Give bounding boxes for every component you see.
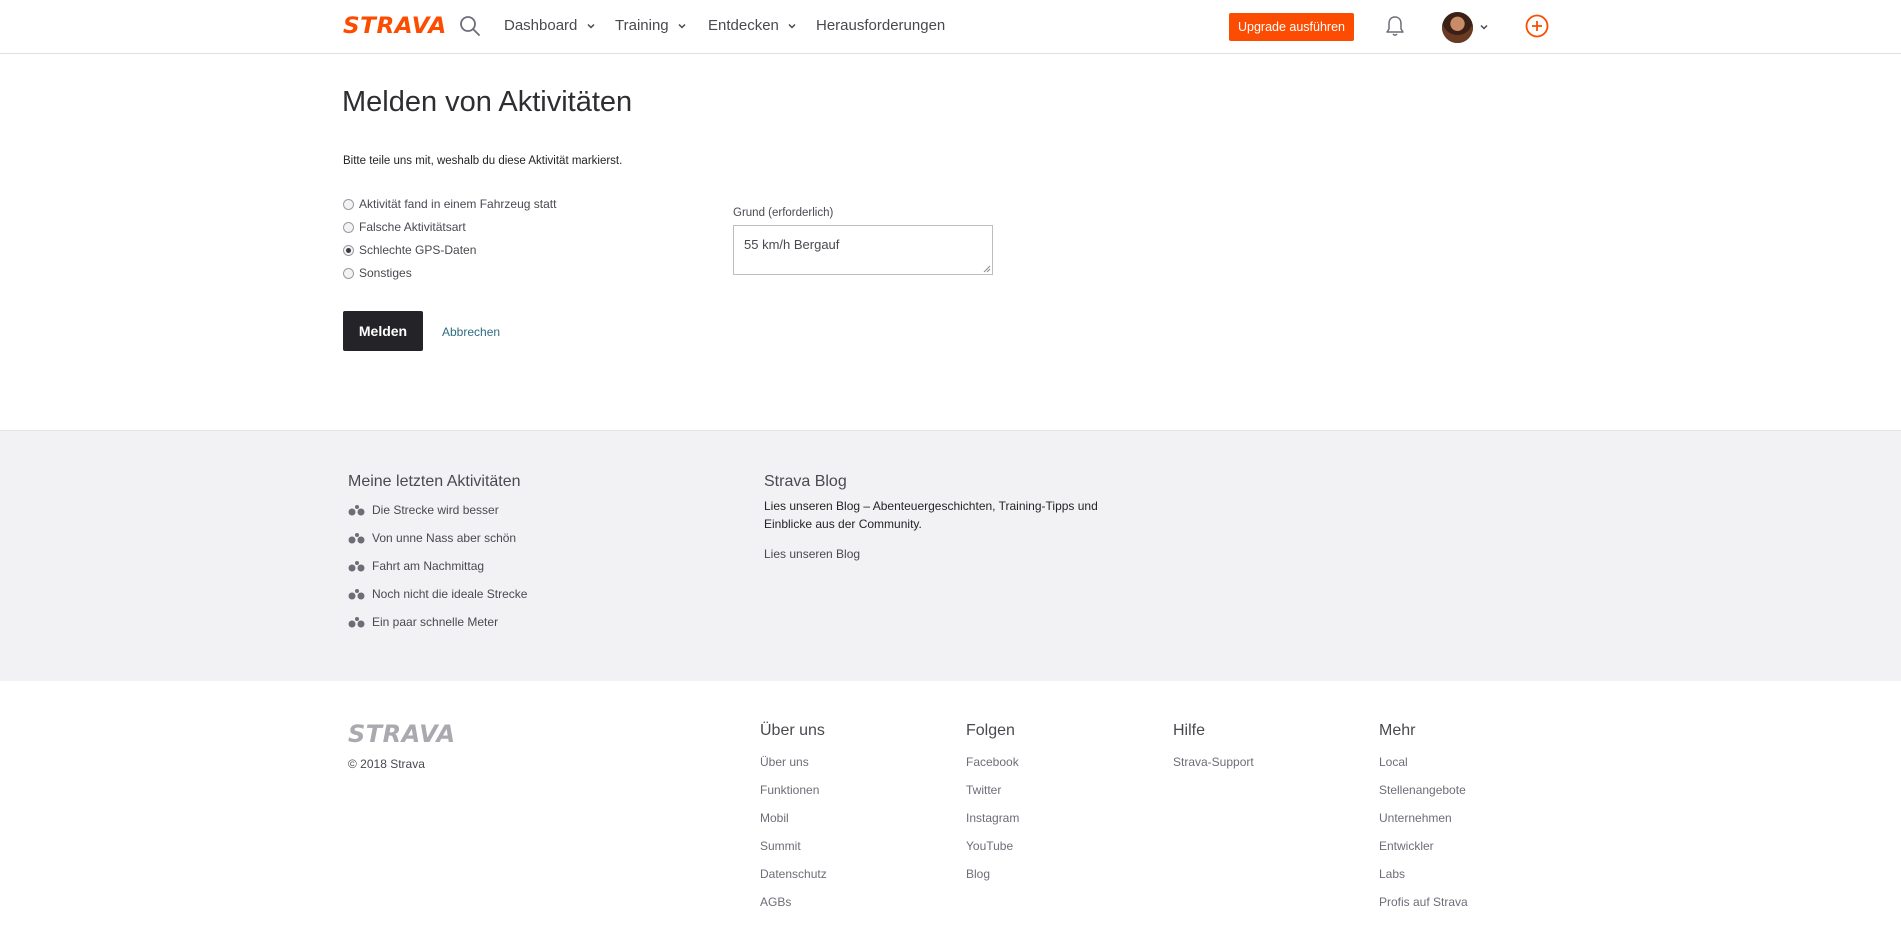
radio-button[interactable] [343,198,354,210]
footer-link[interactable]: Entwickler [1379,839,1468,867]
avatar[interactable] [1442,12,1473,43]
recent-activities-heading: Meine letzten Aktivitäten [348,473,521,490]
cancel-link[interactable]: Abbrechen [442,325,500,339]
list-item[interactable]: Von unne Nass aber schön [348,531,516,545]
nav-training-label: Training [615,17,669,34]
radio-option-other[interactable]: Sonstiges [343,266,412,280]
footer-column-title: Folgen [966,722,1015,739]
radio-label: Falsche Aktivitätsart [359,220,466,234]
footer-link[interactable]: Blog [966,867,1019,895]
bike-icon [348,588,365,599]
footer-link[interactable]: Profis auf Strava [1379,895,1468,923]
footer-link[interactable]: AGBs [760,895,827,923]
blog-link[interactable]: Lies unseren Blog [764,547,860,561]
activity-link[interactable]: Noch nicht die ideale Strecke [372,587,527,601]
nav-herausforderungen-label: Herausforderungen [816,17,946,34]
footer-link[interactable]: Strava-Support [1173,755,1254,783]
footer-link[interactable]: Instagram [966,811,1019,839]
bike-icon [348,616,365,627]
nav-herausforderungen[interactable]: Herausforderungen [816,17,945,34]
strava-logo[interactable]: STRAVA [343,14,447,39]
footer-column-follow: Folgen Facebook Twitter Instagram YouTub… [966,722,1019,895]
radio-option-wrong-type[interactable]: Falsche Aktivitätsart [343,220,466,234]
footer-link[interactable]: Twitter [966,783,1019,811]
blog-heading: Strava Blog [764,473,847,490]
reason-value: 55 km/h Bergauf [744,237,840,252]
chevron-down-icon[interactable] [1479,22,1489,32]
footer-column-title: Über uns [760,722,825,739]
chevron-down-icon [587,24,595,29]
footer-link[interactable]: Labs [1379,867,1468,895]
radio-label: Sonstiges [359,266,412,280]
bike-icon [348,560,365,571]
bike-icon [348,504,365,515]
nav-entdecken[interactable]: Entdecken [708,17,797,34]
footer-column-about: Über uns Über uns Funktionen Mobil Summi… [760,722,827,923]
activity-link[interactable]: Ein paar schnelle Meter [372,615,498,629]
blog-description: Lies unseren Blog – Abenteuergeschichten… [764,499,1098,531]
activity-link[interactable]: Die Strecke wird besser [372,503,499,517]
upgrade-button[interactable]: Upgrade ausführen [1229,13,1354,41]
radio-button[interactable] [343,267,354,279]
chevron-down-icon [788,24,796,29]
search-icon[interactable] [459,15,481,37]
list-item[interactable]: Noch nicht die ideale Strecke [348,587,527,601]
footer-link[interactable]: Facebook [966,755,1019,783]
copyright-text: © 2018 Strava [348,757,425,771]
list-item[interactable]: Ein paar schnelle Meter [348,615,498,629]
radio-label: Schlechte GPS-Daten [359,243,477,257]
nav-training[interactable]: Training [615,17,687,34]
nav-dashboard-label: Dashboard [504,17,578,34]
footer-column-help: Hilfe Strava-Support [1173,722,1254,783]
radio-button-checked[interactable] [343,244,354,256]
footer-link[interactable]: Unternehmen [1379,811,1468,839]
bike-icon [348,532,365,543]
footer-strava-logo[interactable]: STRAVA [348,720,456,748]
nav-entdecken-label: Entdecken [708,17,779,34]
footer-link[interactable]: Local [1379,755,1468,783]
activity-blog-section [0,430,1901,681]
radio-label: Aktivität fand in einem Fahrzeug statt [359,197,557,211]
chevron-down-icon [678,24,686,29]
footer-link[interactable]: Funktionen [760,783,827,811]
activity-link[interactable]: Fahrt am Nachmittag [372,559,484,573]
intro-text: Bitte teile uns mit, weshalb du diese Ak… [343,155,623,167]
list-item[interactable]: Fahrt am Nachmittag [348,559,484,573]
reason-label: Grund (erforderlich) [733,207,834,219]
resize-grip-icon[interactable] [983,265,991,273]
nav-dashboard[interactable]: Dashboard [504,17,596,34]
footer-link[interactable]: Datenschutz [760,867,827,895]
footer-link[interactable]: Stellenangebote [1379,783,1468,811]
footer-link[interactable]: YouTube [966,839,1019,867]
footer-column-title: Hilfe [1173,722,1206,739]
radio-option-bad-gps[interactable]: Schlechte GPS-Daten [343,243,476,257]
radio-option-vehicle[interactable]: Aktivität fand in einem Fahrzeug statt [343,197,556,211]
footer-link[interactable]: Mobil [760,811,827,839]
page-title: Melden von Aktivitäten [342,86,633,118]
footer-link[interactable]: Über uns [760,755,827,783]
bell-icon[interactable] [1384,14,1406,38]
reason-textarea[interactable]: 55 km/h Bergauf [733,225,993,275]
top-navigation: STRAVA Dashboard Training Entdecken Hera… [0,0,1901,54]
footer-column-title: Mehr [1379,722,1416,739]
submit-report-button[interactable]: Melden [343,311,423,351]
radio-button[interactable] [343,221,354,233]
footer-column-more: Mehr Local Stellenangebote Unternehmen E… [1379,722,1468,923]
activity-link[interactable]: Von unne Nass aber schön [372,531,516,545]
footer-link[interactable]: Summit [760,839,827,867]
add-icon[interactable] [1525,14,1549,38]
list-item[interactable]: Die Strecke wird besser [348,503,499,517]
